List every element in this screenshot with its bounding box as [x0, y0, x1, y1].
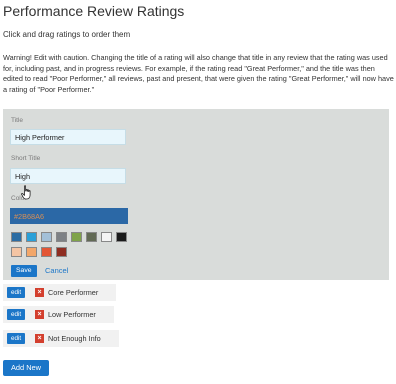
rating-row[interactable]: edit × Not Enough Info [3, 330, 119, 347]
cancel-button[interactable]: Cancel [45, 265, 68, 277]
delete-icon[interactable]: × [35, 310, 44, 319]
title-label: Title [11, 117, 24, 124]
color-swatch[interactable] [116, 232, 127, 242]
color-swatch[interactable] [41, 247, 52, 257]
color-swatch[interactable] [11, 232, 22, 242]
color-swatch[interactable] [26, 247, 37, 257]
rating-row[interactable]: edit × Low Performer [3, 306, 114, 323]
title-input[interactable] [10, 129, 126, 145]
color-swatch[interactable] [56, 232, 67, 242]
edit-button[interactable]: edit [7, 309, 26, 320]
color-swatch[interactable] [11, 247, 22, 257]
rating-label: Core Performer [48, 288, 99, 297]
color-input[interactable] [10, 208, 128, 224]
delete-icon[interactable]: × [35, 334, 44, 343]
page-title: Performance Review Ratings [3, 3, 185, 19]
color-swatch[interactable] [101, 232, 112, 242]
short-title-label: Short Title [11, 155, 41, 162]
rating-label: Not Enough Info [48, 334, 101, 343]
rating-label: Low Performer [48, 310, 96, 319]
edit-rating-panel: Title Short Title Color Save Cancel [3, 109, 389, 280]
warning-message: Warning! Edit with caution. Changing the… [3, 53, 394, 94]
color-swatch[interactable] [71, 232, 82, 242]
drag-instructions: Click and drag ratings to order them [3, 30, 131, 39]
short-title-input[interactable] [10, 168, 126, 184]
delete-icon[interactable]: × [35, 288, 44, 297]
rating-row[interactable]: edit × Core Performer [3, 284, 116, 301]
add-new-button[interactable]: Add New [3, 360, 49, 376]
save-button[interactable]: Save [11, 265, 37, 277]
hand-cursor-icon [21, 185, 31, 200]
color-swatch[interactable] [56, 247, 67, 257]
color-swatch[interactable] [26, 232, 37, 242]
edit-button[interactable]: edit [7, 333, 26, 344]
edit-button[interactable]: edit [7, 287, 26, 298]
color-swatch[interactable] [86, 232, 97, 242]
color-swatch[interactable] [41, 232, 52, 242]
